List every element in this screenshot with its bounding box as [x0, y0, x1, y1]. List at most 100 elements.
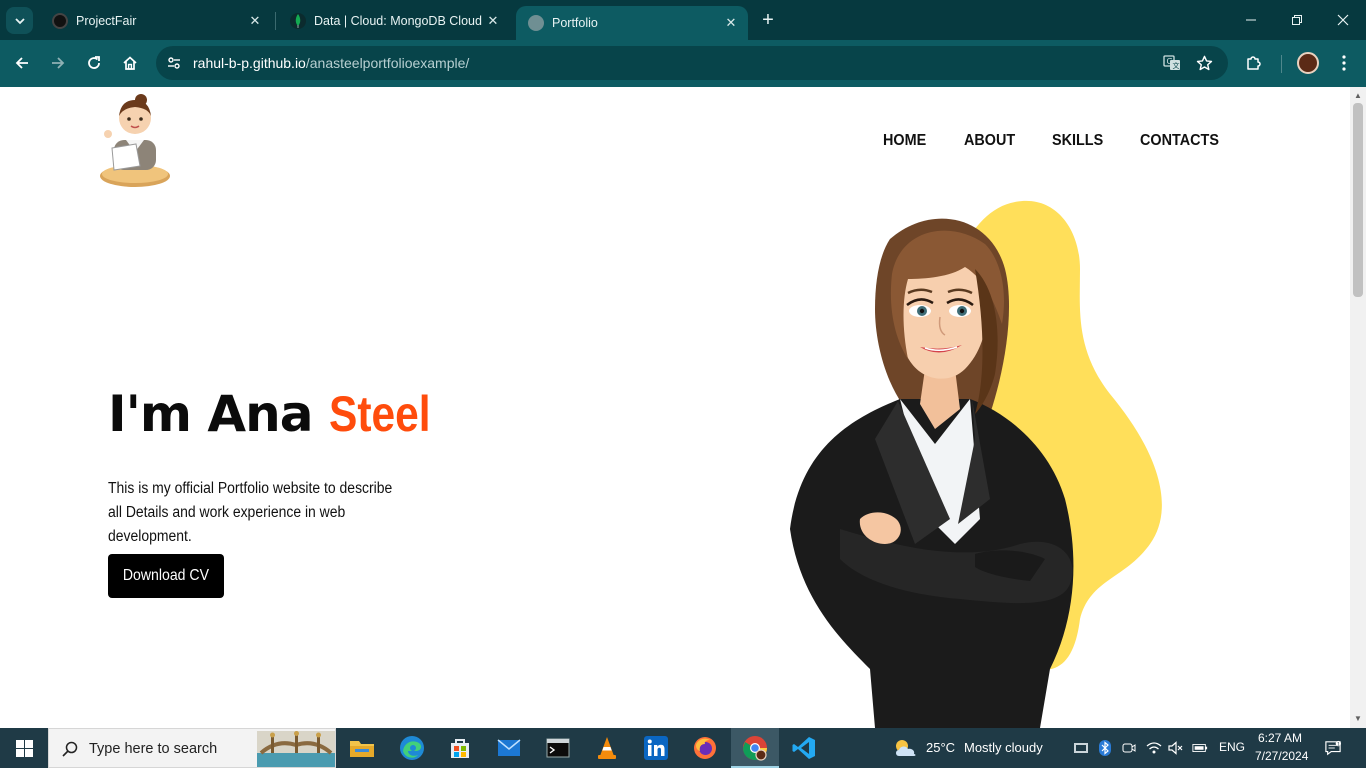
camera-icon[interactable] — [1121, 740, 1137, 756]
wifi-icon[interactable] — [1146, 740, 1162, 756]
hero-title-prefix: I'm Ana — [108, 385, 329, 443]
close-tab-icon[interactable]: ✕ — [484, 12, 502, 30]
url-text[interactable]: rahul-b-p.github.io/anasteelportfolioexa… — [193, 55, 469, 71]
profile-avatar[interactable] — [1297, 52, 1319, 74]
weather-cloud-icon[interactable] — [893, 738, 919, 758]
nav-home-link[interactable]: HOME — [883, 132, 926, 150]
arrow-left-icon — [15, 57, 28, 69]
url-path: /anasteelportfolioexample/ — [305, 55, 470, 71]
chrome-button[interactable] — [739, 732, 771, 764]
chrome-icon — [743, 736, 767, 761]
minimize-icon — [1246, 19, 1256, 21]
reload-button[interactable] — [80, 49, 108, 77]
more-vertical-icon — [1342, 55, 1346, 71]
linkedin-button[interactable] — [640, 732, 672, 764]
vlc-button[interactable] — [591, 732, 623, 764]
back-button[interactable] — [8, 49, 36, 77]
chevron-down-icon — [14, 17, 25, 24]
new-tab-button[interactable]: + — [756, 8, 780, 32]
download-cv-button[interactable]: Download CV — [108, 554, 224, 598]
address-bar[interactable]: rahul-b-p.github.io/anasteelportfolioexa… — [156, 46, 1228, 80]
minimize-button[interactable] — [1228, 0, 1274, 40]
extensions-button[interactable] — [1240, 49, 1268, 77]
chrome-menu-button[interactable] — [1330, 49, 1358, 77]
url-host: rahul-b-p.github.io — [193, 55, 306, 71]
volume-muted-icon[interactable] — [1168, 740, 1184, 756]
input-language[interactable]: ENG — [1219, 740, 1245, 754]
meet-now-icon[interactable] — [1073, 740, 1089, 756]
file-explorer-button[interactable] — [346, 732, 378, 764]
nav-contacts-link[interactable]: CONTACTS — [1140, 132, 1219, 150]
bluetooth-icon[interactable] — [1097, 740, 1113, 756]
portfolio-page: HOME ABOUT SKILLS CONTACTS I'm Ana Steel… — [0, 87, 1350, 728]
linkedin-icon — [644, 736, 668, 760]
microsoft-store-button[interactable] — [444, 732, 476, 764]
edge-browser-button[interactable] — [396, 732, 428, 764]
tab-mongodb[interactable]: Data | Cloud: MongoDB Cloud ✕ — [278, 6, 510, 36]
close-tab-icon[interactable]: ✕ — [246, 12, 264, 30]
tab-separator — [275, 12, 276, 30]
nav-about-link[interactable]: ABOUT — [964, 132, 1015, 150]
notifications-button[interactable]: 1 — [1325, 740, 1341, 756]
puzzle-icon — [1247, 56, 1261, 70]
close-icon — [1337, 14, 1349, 26]
arrow-right-icon — [52, 57, 65, 69]
forward-button[interactable] — [44, 49, 72, 77]
hero-description: This is my official Portfolio website to… — [108, 480, 393, 545]
tab-portfolio[interactable]: Portfolio ✕ — [516, 6, 748, 40]
browser-tab-bar: ProjectFair ✕ Data | Cloud: MongoDB Clou… — [0, 0, 1366, 40]
mongodb-leaf-icon — [290, 13, 306, 29]
search-icon — [62, 741, 78, 757]
restore-icon — [1292, 15, 1302, 25]
tab-search-button[interactable] — [6, 7, 33, 34]
hero-title-name: Steel — [328, 386, 431, 442]
nav-skills-link[interactable]: SKILLS — [1052, 132, 1103, 150]
scroll-up-arrow-icon[interactable]: ▲ — [1353, 91, 1363, 101]
tab-projectfair[interactable]: ProjectFair ✕ — [40, 6, 272, 36]
restore-button[interactable] — [1274, 0, 1320, 40]
hero-title: I'm Ana Steel — [108, 385, 448, 443]
home-button[interactable] — [116, 49, 144, 77]
tab-title: Data | Cloud: MongoDB Cloud — [314, 14, 482, 28]
tab-title: ProjectFair — [76, 14, 137, 28]
scroll-down-arrow-icon[interactable]: ▼ — [1353, 714, 1363, 724]
site-logo[interactable] — [96, 94, 176, 192]
tab-title: Portfolio — [552, 16, 598, 30]
close-tab-icon[interactable]: ✕ — [722, 14, 740, 32]
firefox-button[interactable] — [689, 732, 721, 764]
globe-favicon-icon — [528, 15, 544, 31]
toolbar-divider — [1281, 55, 1282, 73]
terminal-button[interactable] — [542, 732, 574, 764]
bookmark-star-icon[interactable] — [1192, 51, 1216, 75]
reload-icon — [88, 56, 100, 69]
hero-illustration — [790, 200, 1162, 728]
download-cv-label: Download CV — [122, 567, 210, 584]
home-icon — [123, 56, 137, 70]
scrollbar-thumb[interactable] — [1353, 103, 1363, 297]
clock-time[interactable]: 6:27 AM — [1258, 731, 1302, 745]
search-highlight-bridge-image — [257, 731, 335, 767]
vscode-button[interactable] — [788, 732, 820, 764]
page-scrollbar[interactable]: ▲ ▼ — [1350, 87, 1366, 728]
store-icon — [451, 739, 469, 758]
site-settings-icon[interactable] — [162, 51, 186, 75]
svg-text:文: 文 — [1173, 61, 1180, 70]
vscode-icon — [792, 737, 815, 759]
mail-icon — [497, 739, 521, 756]
taskbar-search-placeholder: Type here to search — [89, 741, 218, 757]
edge-icon — [400, 736, 424, 760]
folder-icon — [350, 741, 374, 757]
windows-taskbar: Type here to search 25°C Mostly cloudy E… — [0, 728, 1366, 768]
translate-icon[interactable]: G文 — [1160, 51, 1184, 75]
notification-icon: 1 — [1325, 740, 1341, 756]
clock-date[interactable]: 7/27/2024 — [1255, 749, 1308, 763]
battery-icon[interactable] — [1192, 740, 1208, 756]
projectfair-favicon-icon — [52, 13, 68, 29]
mail-button[interactable] — [493, 732, 525, 764]
close-window-button[interactable] — [1320, 0, 1366, 40]
taskbar-search-box[interactable]: Type here to search — [48, 728, 336, 768]
weather-condition[interactable]: Mostly cloudy — [964, 740, 1043, 755]
start-button[interactable] — [0, 728, 48, 768]
browser-toolbar: rahul-b-p.github.io/anasteelportfolioexa… — [0, 40, 1366, 87]
weather-temperature[interactable]: 25°C — [926, 740, 955, 755]
